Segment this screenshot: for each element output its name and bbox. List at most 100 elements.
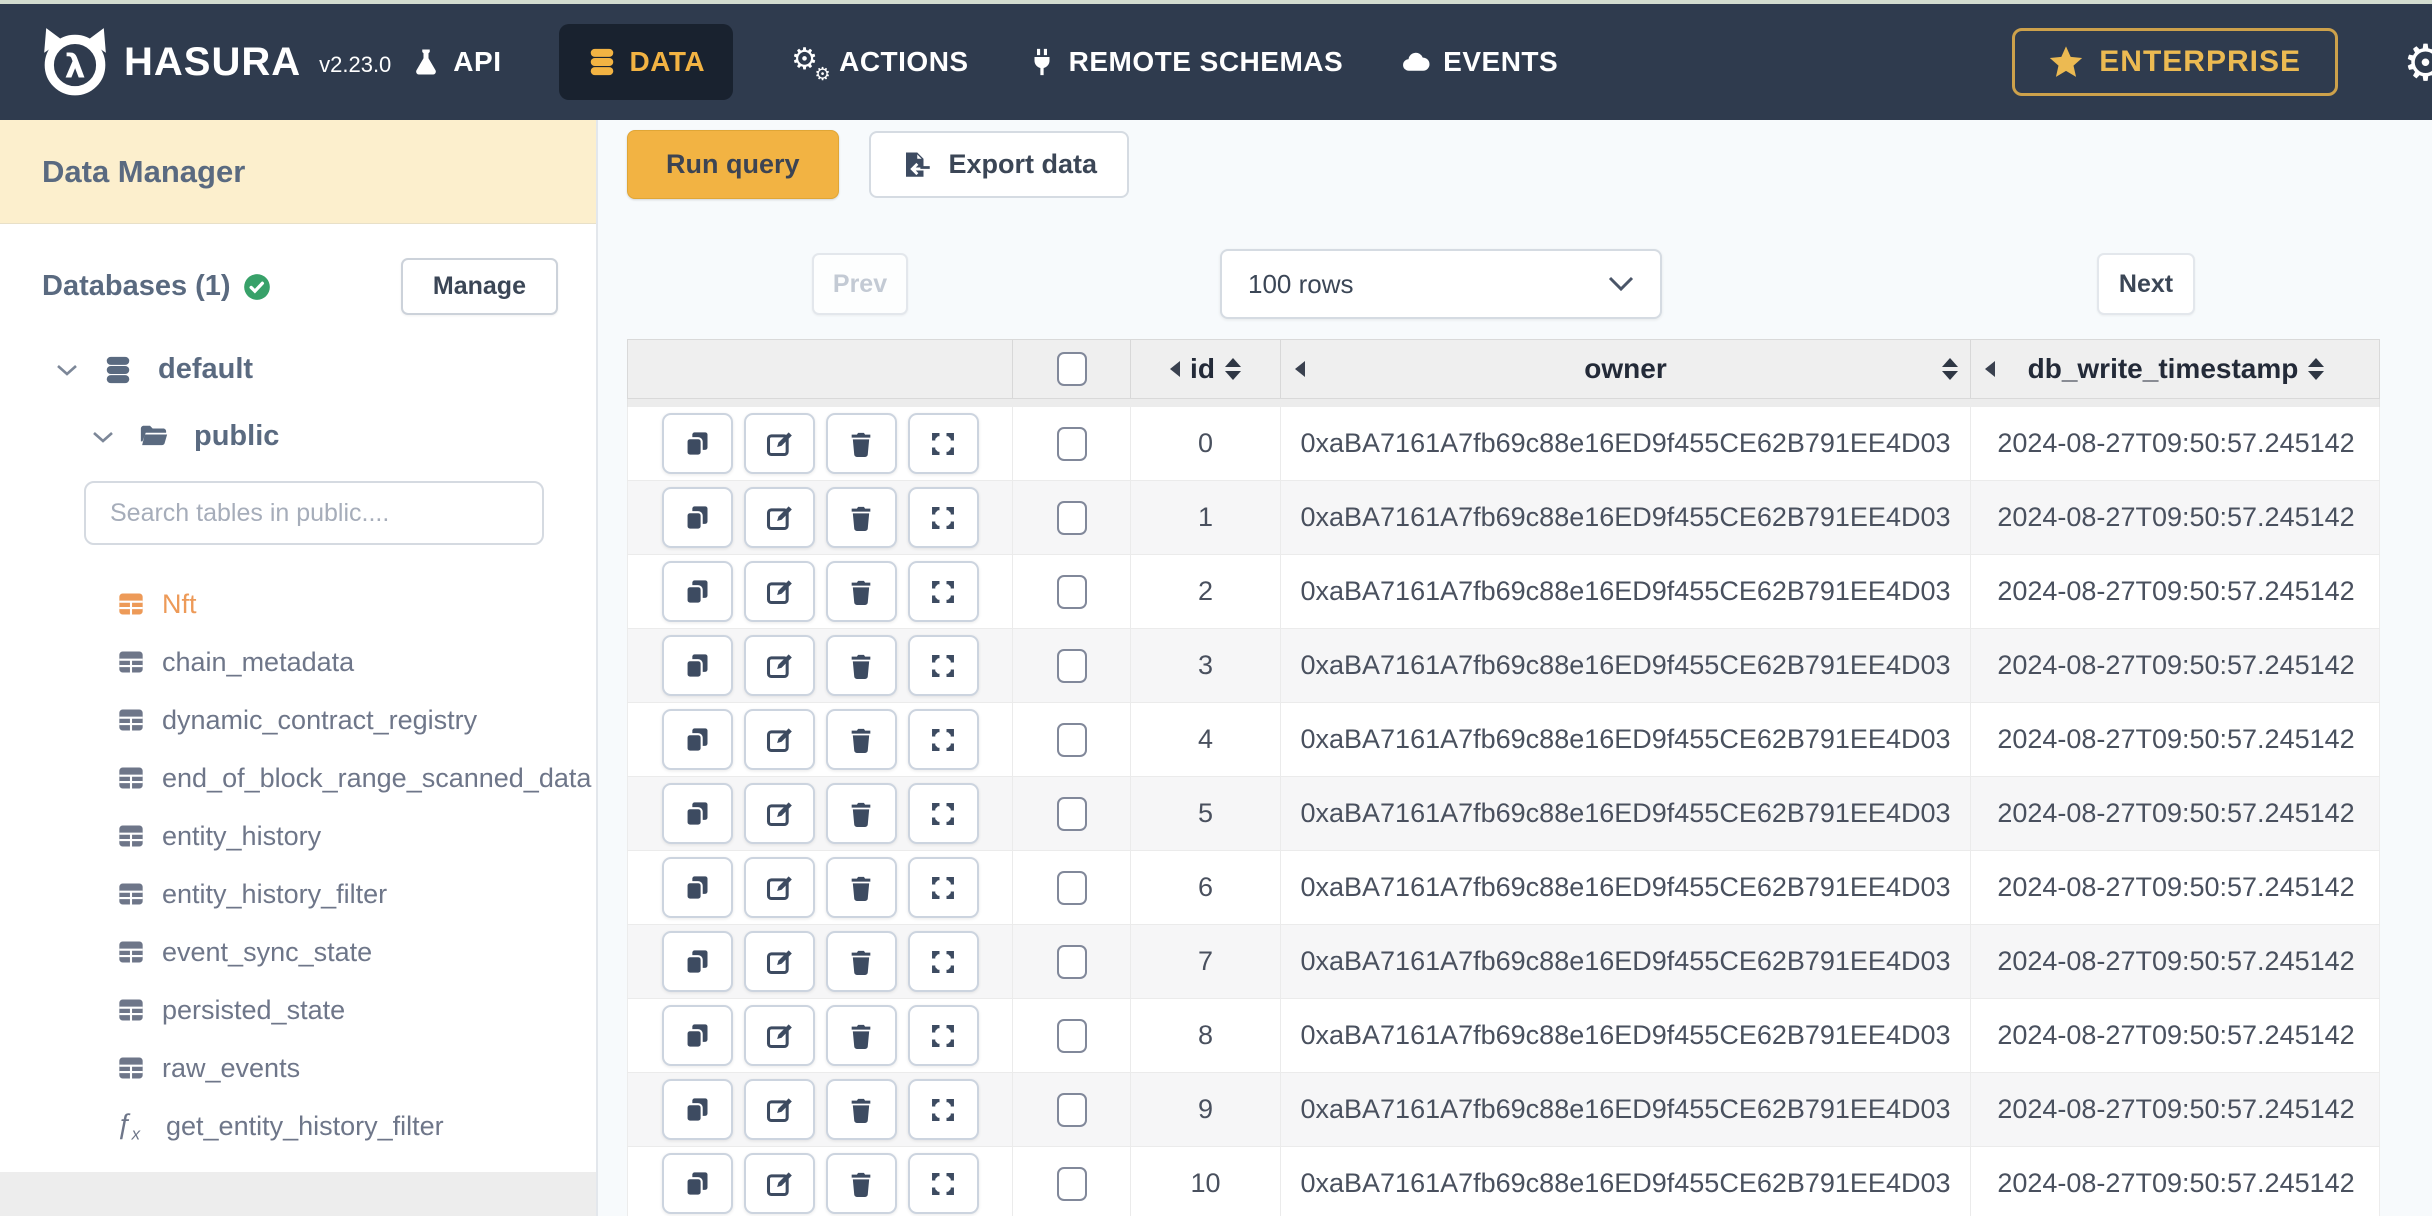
- clone-row-button[interactable]: [661, 709, 733, 770]
- header-cell-id[interactable]: id: [1131, 340, 1281, 398]
- sort-icon[interactable]: [1224, 358, 1241, 380]
- expand-row-button[interactable]: [907, 1005, 979, 1066]
- tree-node-default[interactable]: default: [56, 353, 596, 386]
- clone-row-button[interactable]: [661, 857, 733, 918]
- expand-icon: [932, 802, 954, 825]
- sidebar-table-item[interactable]: Nft: [0, 575, 596, 633]
- nav-item-events[interactable]: EVENTS: [1401, 46, 1558, 78]
- delete-row-button[interactable]: [825, 1153, 897, 1214]
- row-checkbox[interactable]: [1056, 1092, 1087, 1127]
- nav-item-remote-schemas[interactable]: REMOTE SCHEMAS: [1027, 46, 1344, 78]
- cell-db-write-timestamp: 2024-08-27T09:50:57.245142: [1997, 576, 2355, 606]
- run-query-button[interactable]: Run query: [627, 130, 839, 199]
- sidebar-table-item[interactable]: raw_events: [0, 1039, 596, 1097]
- sidebar-table-item[interactable]: end_of_block_range_scanned_data: [0, 749, 596, 807]
- row-checkbox[interactable]: [1056, 796, 1087, 831]
- nav-item-actions[interactable]: ⚙ ⚙ ACTIONS: [791, 45, 969, 84]
- edit-row-button[interactable]: [743, 783, 815, 844]
- delete-row-button[interactable]: [825, 635, 897, 696]
- delete-row-button[interactable]: [825, 931, 897, 992]
- expand-row-button[interactable]: [907, 857, 979, 918]
- sort-icon[interactable]: [2308, 358, 2325, 380]
- sidebar-table-item[interactable]: event_sync_state: [0, 923, 596, 981]
- clone-row-button[interactable]: [661, 413, 733, 474]
- hasura-logo-icon[interactable]: λ: [38, 28, 112, 96]
- clone-row-button[interactable]: [661, 1153, 733, 1214]
- header-cell-owner[interactable]: owner: [1281, 340, 1971, 398]
- edit-row-button[interactable]: [743, 1079, 815, 1140]
- expand-row-button[interactable]: [907, 561, 979, 622]
- row-checkbox[interactable]: [1056, 574, 1087, 609]
- delete-row-button[interactable]: [825, 561, 897, 622]
- delete-row-button[interactable]: [825, 1079, 897, 1140]
- clone-row-button[interactable]: [661, 635, 733, 696]
- sort-icon[interactable]: [1942, 358, 1958, 380]
- delete-row-button[interactable]: [825, 783, 897, 844]
- delete-row-button[interactable]: [825, 413, 897, 474]
- row-checkbox[interactable]: [1056, 648, 1087, 683]
- delete-row-button[interactable]: [825, 1005, 897, 1066]
- edit-row-button[interactable]: [743, 1153, 815, 1214]
- expand-row-button[interactable]: [907, 487, 979, 548]
- clone-row-button[interactable]: [661, 561, 733, 622]
- row-checkbox[interactable]: [1056, 500, 1087, 535]
- sidebar-table-item[interactable]: entity_history_filter: [0, 865, 596, 923]
- clone-row-button[interactable]: [661, 783, 733, 844]
- clone-row-button[interactable]: [661, 487, 733, 548]
- caret-left-icon[interactable]: [1295, 361, 1305, 377]
- row-checkbox[interactable]: [1056, 722, 1087, 757]
- delete-row-button[interactable]: [825, 487, 897, 548]
- edit-row-button[interactable]: [743, 709, 815, 770]
- expand-row-button[interactable]: [907, 1153, 979, 1214]
- chevron-down-icon[interactable]: [56, 363, 78, 377]
- caret-left-icon[interactable]: [1170, 361, 1181, 377]
- sidebar-table-item[interactable]: dynamic_contract_registry: [0, 691, 596, 749]
- prev-page-button[interactable]: Prev: [812, 253, 908, 315]
- clone-row-button[interactable]: [661, 1079, 733, 1140]
- edit-row-button[interactable]: [743, 931, 815, 992]
- delete-row-button[interactable]: [825, 709, 897, 770]
- settings-gear-icon[interactable]: ⚙: [2403, 38, 2432, 88]
- edit-row-button[interactable]: [743, 561, 815, 622]
- export-data-button[interactable]: Export data: [868, 131, 1130, 198]
- next-page-button[interactable]: Next: [2097, 253, 2195, 315]
- expand-row-button[interactable]: [907, 709, 979, 770]
- expand-row-button[interactable]: [907, 635, 979, 696]
- expand-row-button[interactable]: [907, 1079, 979, 1140]
- edit-row-button[interactable]: [743, 413, 815, 474]
- expand-row-button[interactable]: [907, 931, 979, 992]
- select-all-checkbox[interactable]: [1056, 352, 1087, 386]
- edit-row-button[interactable]: [743, 487, 815, 548]
- nav-item-api[interactable]: API: [411, 46, 501, 78]
- edit-row-button[interactable]: [743, 857, 815, 918]
- grid-header-row: id owner db_write_timestamp: [627, 339, 2380, 399]
- row-checkbox[interactable]: [1056, 426, 1087, 461]
- clone-row-button[interactable]: [661, 1005, 733, 1066]
- caret-left-icon[interactable]: [1985, 361, 1995, 377]
- row-checkbox[interactable]: [1056, 870, 1087, 905]
- sidebar-table-item[interactable]: ƒx get_entity_history_filter: [0, 1097, 596, 1155]
- sidebar-table-item[interactable]: entity_history: [0, 807, 596, 865]
- manage-button[interactable]: Manage: [400, 258, 558, 315]
- edit-row-button[interactable]: [743, 635, 815, 696]
- row-checkbox[interactable]: [1056, 944, 1087, 979]
- chevron-down-icon[interactable]: [92, 430, 114, 444]
- sidebar-horizontal-scrollbar[interactable]: [0, 1172, 596, 1216]
- row-checkbox[interactable]: [1056, 1018, 1087, 1053]
- tree-node-public[interactable]: public: [92, 420, 596, 453]
- enterprise-button[interactable]: ENTERPRISE: [2012, 28, 2338, 96]
- sidebar-table-item[interactable]: chain_metadata: [0, 633, 596, 691]
- expand-row-button[interactable]: [907, 413, 979, 474]
- rows-per-page-select[interactable]: 100 rows: [1220, 249, 1662, 319]
- nav-item-data[interactable]: DATA: [559, 24, 734, 100]
- sidebar-table-item[interactable]: persisted_state: [0, 981, 596, 1039]
- search-input[interactable]: [84, 481, 544, 545]
- file-export-icon: [905, 152, 930, 177]
- header-cell-db-write-timestamp[interactable]: db_write_timestamp: [1971, 340, 2381, 398]
- delete-row-button[interactable]: [825, 857, 897, 918]
- edit-row-button[interactable]: [743, 1005, 815, 1066]
- clone-row-button[interactable]: [661, 931, 733, 992]
- expand-row-button[interactable]: [907, 783, 979, 844]
- edit-icon: [766, 949, 792, 974]
- row-checkbox[interactable]: [1056, 1166, 1087, 1201]
